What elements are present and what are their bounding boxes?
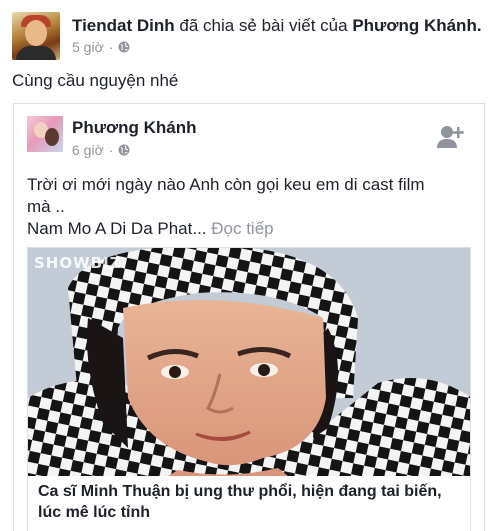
post-header-line: Tiendat Dinh đã chia sẻ bài viết của Phư… [72, 15, 482, 37]
shared-from-name[interactable]: Phương Khánh. [352, 16, 481, 35]
shared-post-text: Trời ơi mới ngày nào Anh còn gọi keu em … [27, 174, 467, 240]
post-caption: Cùng cầu nguyện nhé [12, 71, 179, 90]
portrait-illustration [28, 248, 470, 476]
post-meta: 5 giờ · [72, 39, 130, 55]
globe-icon[interactable] [118, 41, 130, 53]
shared-author-avatar[interactable] [27, 116, 63, 152]
shared-text-line: Nam Mo A Di Da Phat... [27, 219, 207, 238]
add-friend-icon[interactable] [436, 124, 464, 150]
meta-separator: · [108, 142, 114, 158]
link-preview-title[interactable]: Ca sĩ Minh Thuận bị ung thư phổi, hiện đ… [38, 481, 462, 523]
shared-post-card: Phương Khánh 6 giờ · Trời ơi mới ngày nà… [13, 103, 485, 531]
post-header: Tiendat Dinh đã chia sẻ bài viết của Phư… [12, 12, 488, 62]
post-time[interactable]: 5 giờ [72, 39, 104, 55]
see-more-link[interactable]: Đọc tiếp [211, 219, 273, 238]
globe-icon[interactable] [118, 144, 130, 156]
author-avatar[interactable] [12, 12, 60, 60]
shared-post-time[interactable]: 6 giờ [72, 142, 104, 158]
image-watermark: SHOWBIZ [34, 254, 122, 272]
shared-text-line: mà .. [27, 197, 65, 216]
link-preview-card[interactable]: SHOWBIZ Ca sĩ Minh Thuận bị ung thư phổi… [27, 247, 471, 531]
shared-text-line: Trời ơi mới ngày nào Anh còn gọi keu em … [27, 175, 425, 194]
link-preview-image[interactable]: SHOWBIZ [28, 248, 470, 476]
author-name[interactable]: Tiendat Dinh [72, 16, 175, 35]
share-verb: đã chia sẻ bài viết của [179, 16, 348, 35]
shared-post-meta: 6 giờ · [72, 142, 130, 158]
meta-separator: · [108, 39, 114, 55]
shared-text-line-last: Nam Mo A Di Da Phat... Đọc tiếp [27, 218, 467, 240]
shared-author-name[interactable]: Phương Khánh [72, 118, 197, 138]
